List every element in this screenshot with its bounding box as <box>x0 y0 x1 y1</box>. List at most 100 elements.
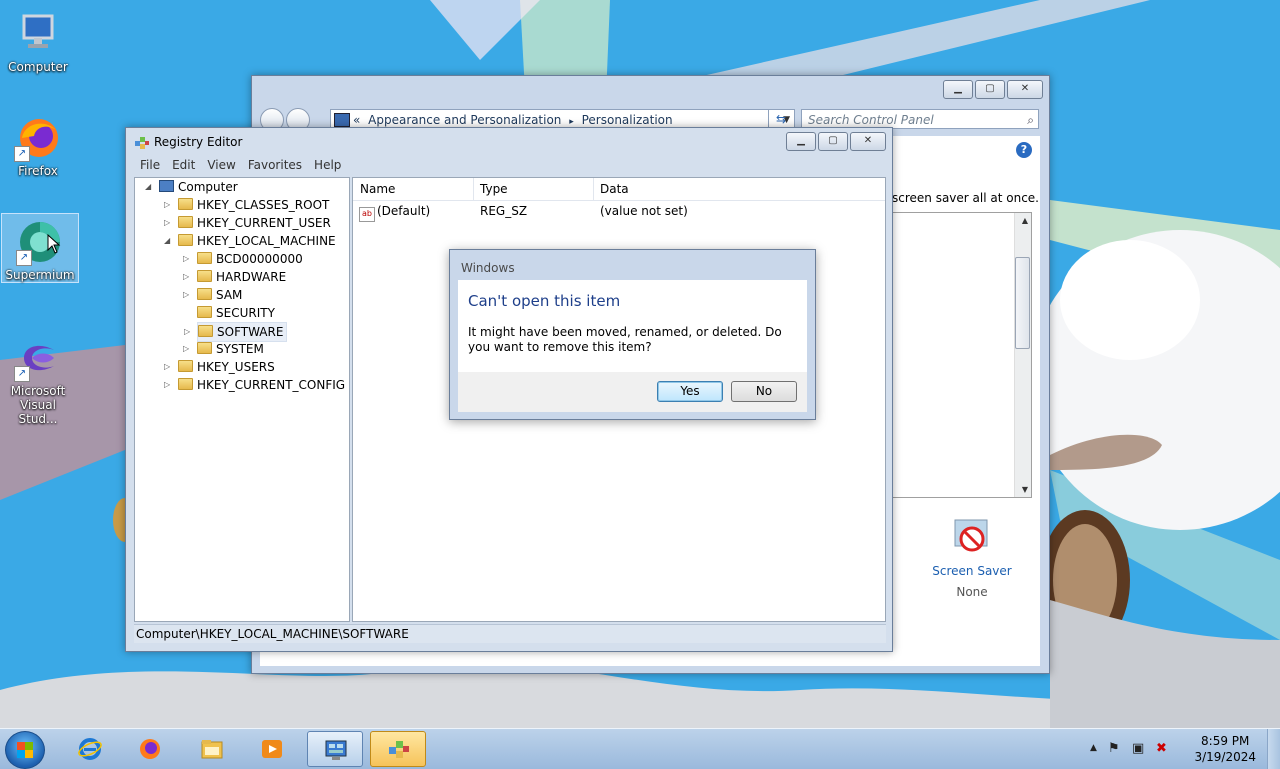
desktop-icon-computer[interactable]: Computer <box>0 6 76 74</box>
help-icon[interactable]: ? <box>1016 142 1032 158</box>
menu-view[interactable]: View <box>201 157 241 174</box>
dialog-title: Windows <box>461 261 515 275</box>
close-button[interactable]: ✕ <box>1007 80 1043 99</box>
tree-item-security[interactable]: SECURITY <box>197 304 275 322</box>
taskbar-media-player[interactable] <box>244 731 300 767</box>
taskbar-firefox[interactable] <box>122 731 178 767</box>
minimize-button[interactable]: ▁ <box>943 80 973 99</box>
expand-icon[interactable]: ▷ <box>164 214 170 232</box>
folder-icon <box>178 216 193 228</box>
value-row-name[interactable]: ab (Default) <box>359 204 430 222</box>
dialog-heading: Can't open this item <box>468 292 621 310</box>
folder-icon <box>197 342 212 354</box>
column-header-data[interactable]: Data <box>600 182 629 196</box>
expand-icon[interactable]: ▷ <box>164 196 170 214</box>
desktop-icon-visual-studio[interactable]: ↗ Microsoft Visual Stud... <box>0 330 76 426</box>
expand-icon[interactable]: ▷ <box>183 286 189 304</box>
column-header-name[interactable]: Name <box>360 182 395 196</box>
menu-bar: File Edit View Favorites Help <box>134 157 347 174</box>
breadcrumb-prefix[interactable]: « <box>353 113 360 127</box>
yes-button[interactable]: Yes <box>657 381 723 402</box>
expand-icon[interactable]: ▷ <box>183 340 189 358</box>
folder-icon <box>178 378 193 390</box>
show-desktop-button[interactable] <box>1267 729 1280 769</box>
scroll-up-icon[interactable]: ▲ <box>1022 216 1028 225</box>
mouse-cursor-icon <box>47 234 61 254</box>
status-path: Computer\HKEY_LOCAL_MACHINE\SOFTWARE <box>136 627 409 641</box>
desktop-icon-supermium[interactable]: ↗ Supermium <box>1 213 79 283</box>
visual-studio-icon: ↗ <box>14 334 62 382</box>
no-button[interactable]: No <box>731 381 797 402</box>
theme-list-scrollbar[interactable]: ▲ ▼ <box>1014 213 1031 497</box>
key-tree[interactable]: ◢ Computer ▷ HKEY_CLASSES_ROOT ▷ HKEY_CU… <box>134 177 350 622</box>
tree-item-system[interactable]: ▷ SYSTEM <box>183 340 264 358</box>
tree-label: SOFTWARE <box>217 325 284 339</box>
taskbar-registry-editor[interactable] <box>370 731 426 767</box>
tree-item-hkey-classes-root[interactable]: ▷ HKEY_CLASSES_ROOT <box>164 196 329 214</box>
menu-edit[interactable]: Edit <box>166 157 201 174</box>
network-icon[interactable]: ▣ <box>1132 741 1144 756</box>
internet-explorer-icon <box>78 738 102 760</box>
desktop-icon-firefox[interactable]: ↗ Firefox <box>0 110 76 178</box>
value-data: (value not set) <box>600 204 688 218</box>
firefox-icon: ↗ <box>14 114 62 162</box>
desktop-icon-label: Supermium <box>5 268 75 282</box>
tree-label: SAM <box>216 288 243 302</box>
expand-icon[interactable]: ▷ <box>183 268 189 286</box>
action-center-flag-icon[interactable]: ⚑ <box>1108 741 1120 756</box>
expand-icon[interactable]: ▷ <box>184 323 190 341</box>
maximize-button[interactable]: ▢ <box>975 80 1005 99</box>
taskbar-internet-explorer[interactable] <box>62 731 118 767</box>
registry-editor-titlebar[interactable]: Registry Editor ▁ ▢ ✕ <box>126 128 892 156</box>
maximize-button[interactable]: ▢ <box>818 132 848 151</box>
window-title: Registry Editor <box>154 135 243 149</box>
expand-icon[interactable]: ▷ <box>164 358 170 376</box>
menu-file[interactable]: File <box>134 157 166 174</box>
search-icon[interactable]: ⌕ <box>1027 110 1034 130</box>
screen-saver-label[interactable]: Screen Saver <box>928 564 1016 578</box>
values-list-header: Name Type Data <box>353 178 885 201</box>
tree-item-hkey-current-config[interactable]: ▷ HKEY_CURRENT_CONFIG <box>164 376 345 394</box>
taskbar: ▲ ⚑ ▣ ✖ 8:59 PM 3/19/2024 <box>0 728 1280 769</box>
taskbar-control-panel[interactable] <box>307 731 363 767</box>
scroll-down-icon[interactable]: ▼ <box>1022 485 1028 494</box>
tree-item-software[interactable]: ▷ SOFTWARE <box>184 322 288 342</box>
tree-item-computer[interactable]: ◢ Computer <box>145 178 238 196</box>
tree-label: SYSTEM <box>216 342 264 356</box>
expand-icon[interactable]: ▷ <box>183 250 189 268</box>
refresh-icon[interactable]: ⇆ <box>768 109 793 129</box>
clock[interactable]: 8:59 PM 3/19/2024 <box>1194 733 1256 765</box>
tree-item-hkey-local-machine[interactable]: ◢ HKEY_LOCAL_MACHINE <box>164 232 336 250</box>
collapse-icon[interactable]: ◢ <box>145 178 151 196</box>
breadcrumb-appearance[interactable]: Appearance and Personalization <box>368 113 561 127</box>
volume-muted-icon[interactable]: ✖ <box>1156 741 1167 756</box>
breadcrumb-separator-icon[interactable]: ▸ <box>569 117 574 127</box>
media-player-icon <box>262 740 282 758</box>
menu-favorites[interactable]: Favorites <box>242 157 308 174</box>
tree-item-bcd[interactable]: ▷ BCD00000000 <box>183 250 303 268</box>
show-hidden-icons-icon[interactable]: ▲ <box>1090 743 1097 753</box>
control-panel-icon <box>325 740 347 760</box>
tree-item-hardware[interactable]: ▷ HARDWARE <box>183 268 286 286</box>
column-header-type[interactable]: Type <box>480 182 508 196</box>
system-tray: ▲ ⚑ ▣ ✖ 8:59 PM 3/19/2024 <box>1090 729 1280 769</box>
tree-item-sam[interactable]: ▷ SAM <box>183 286 243 304</box>
menu-help[interactable]: Help <box>308 157 347 174</box>
tree-item-hkey-users[interactable]: ▷ HKEY_USERS <box>164 358 275 376</box>
folder-icon <box>178 360 193 372</box>
screen-saver-link[interactable]: Screen Saver None <box>928 516 1016 599</box>
minimize-button[interactable]: ▁ <box>786 132 816 151</box>
taskbar-file-explorer[interactable] <box>184 731 240 767</box>
expand-icon[interactable]: ▷ <box>164 376 170 394</box>
search-input[interactable]: Search Control Panel ⌕ <box>801 109 1039 129</box>
scrollbar-thumb[interactable] <box>1015 257 1030 349</box>
breadcrumb-personalization[interactable]: Personalization <box>582 113 673 127</box>
theme-list[interactable]: ▲ ▼ <box>892 212 1032 498</box>
folder-icon <box>178 198 193 210</box>
control-panel-titlebar[interactable]: ▁ ▢ ✕ <box>252 76 1049 104</box>
value-type: REG_SZ <box>480 204 528 218</box>
tree-item-hkey-current-user[interactable]: ▷ HKEY_CURRENT_USER <box>164 214 331 232</box>
close-button[interactable]: ✕ <box>850 132 886 151</box>
start-button[interactable] <box>5 731 45 769</box>
collapse-icon[interactable]: ◢ <box>164 232 170 250</box>
